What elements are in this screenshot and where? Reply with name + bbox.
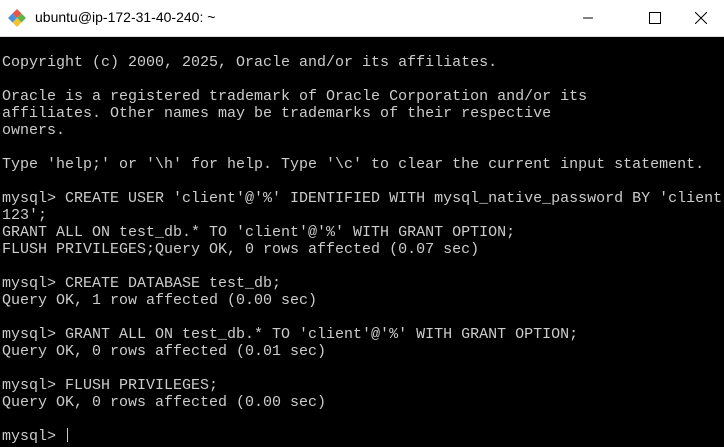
minimize-button[interactable] xyxy=(565,0,611,36)
terminal-output[interactable]: Copyright (c) 2000, 2025, Oracle and/or … xyxy=(2,37,722,447)
terminal-line: mysql> CREATE USER 'client'@'%' IDENTIFI… xyxy=(2,190,723,207)
terminal-line: Query OK, 1 row affected (0.00 sec) xyxy=(2,292,318,309)
terminal-line: GRANT ALL ON test_db.* TO 'client'@'%' W… xyxy=(2,224,516,241)
mysql-prompt: mysql> xyxy=(2,428,66,445)
terminal-line: Query OK, 0 rows affected (0.01 sec) xyxy=(2,343,327,360)
terminal-line: Oracle is a registered trademark of Orac… xyxy=(2,88,588,105)
text-cursor xyxy=(67,428,69,442)
maximize-icon xyxy=(649,12,661,24)
terminal-line: Copyright (c) 2000, 2025, Oracle and/or … xyxy=(2,54,498,71)
close-icon xyxy=(695,12,707,24)
app-icon xyxy=(8,9,26,27)
terminal-line: mysql> FLUSH PRIVILEGES; xyxy=(2,377,219,394)
title-bar: ubuntu@ip-172-31-40-240: ~ xyxy=(0,0,724,37)
close-button[interactable] xyxy=(678,0,724,36)
terminal-line: Query OK, 0 rows affected (0.00 sec) xyxy=(2,394,327,411)
terminal-line: FLUSH PRIVILEGES;Query OK, 0 rows affect… xyxy=(2,241,480,258)
terminal-line: 123'; xyxy=(2,207,48,224)
command-prompt-line[interactable]: mysql> xyxy=(2,428,722,445)
terminal-line: owners. xyxy=(2,122,66,139)
maximize-button[interactable] xyxy=(632,0,678,36)
terminal-line: Type 'help;' or '\h' for help. Type '\c'… xyxy=(2,156,705,173)
minimize-icon xyxy=(583,17,593,19)
window-title: ubuntu@ip-172-31-40-240: ~ xyxy=(35,9,216,25)
terminal-line: mysql> CREATE DATABASE test_db; xyxy=(2,275,282,292)
terminal-line: mysql> GRANT ALL ON test_db.* TO 'client… xyxy=(2,326,579,343)
terminal-line: affiliates. Other names may be trademark… xyxy=(2,105,552,122)
